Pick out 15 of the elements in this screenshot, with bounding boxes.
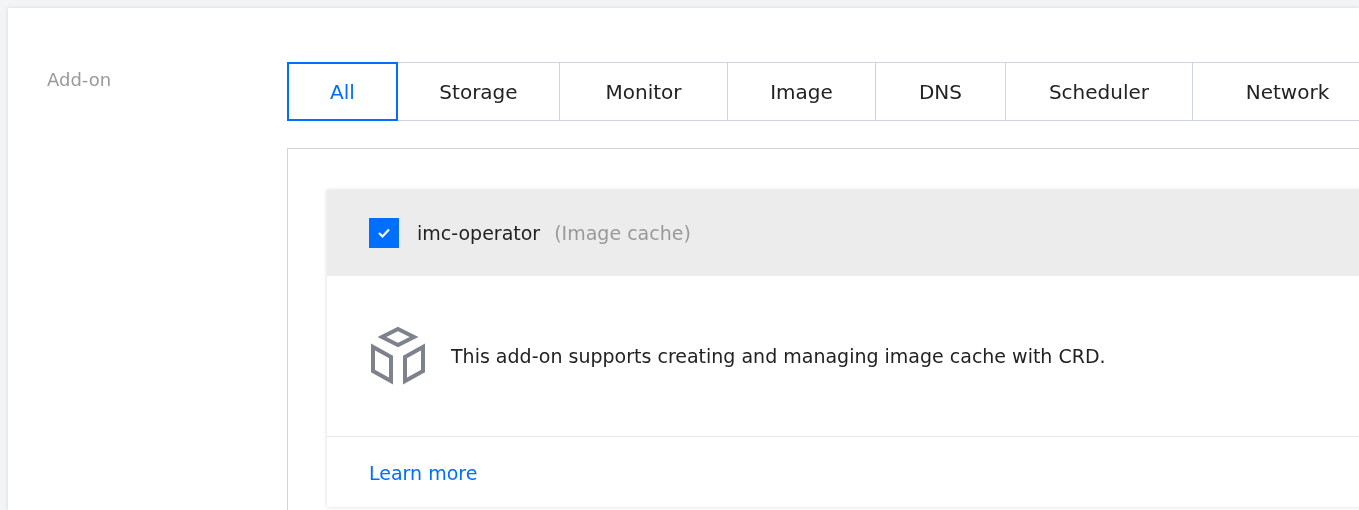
filter-tab[interactable]: Storage: [398, 62, 560, 121]
filter-tab[interactable]: DNS: [876, 62, 1006, 121]
learn-more-link[interactable]: Learn more: [369, 462, 478, 484]
addon-name: imc-operator: [417, 222, 541, 244]
addon-description: This add-on supports creating and managing image cache with CRD.: [451, 345, 1106, 367]
field-label: Add-on: [47, 69, 112, 90]
filter-tab[interactable]: All: [287, 62, 398, 121]
cube-icon: [369, 325, 427, 387]
checkbox[interactable]: [369, 218, 399, 248]
addon-category: (Image cache): [554, 222, 691, 244]
filter-tab[interactable]: Scheduler: [1006, 62, 1193, 121]
filter-tab[interactable]: Monitor: [560, 62, 728, 121]
checkmark-icon: [377, 227, 391, 239]
filter-tab[interactable]: Image: [728, 62, 876, 121]
filter-tab[interactable]: Network: [1193, 62, 1359, 121]
